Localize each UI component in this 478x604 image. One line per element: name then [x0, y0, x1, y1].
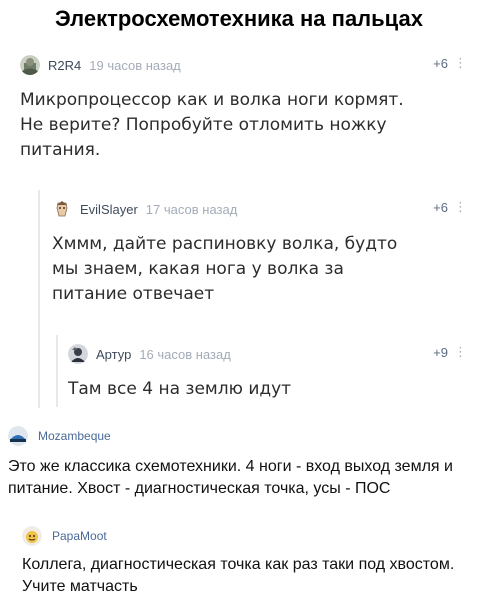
- avatar[interactable]: [20, 55, 40, 75]
- comment-artur: Артур 16 часов назад +9 ⋮ Там все 4 на з…: [68, 343, 470, 402]
- comment-evilslayer: EvilSlayer 17 часов назад +6 ⋮ Хммм, дай…: [52, 198, 470, 307]
- comment-text: Там все 4 на землю идут: [68, 379, 292, 399]
- avatar-image: [52, 199, 72, 219]
- comment-time: 17 часов назад: [145, 201, 238, 217]
- comment-author[interactable]: R2R4: [48, 58, 81, 73]
- comment-text: Микропроцессор как и волка ноги кормят. …: [20, 90, 404, 160]
- comment-meta: EvilSlayer 17 часов назад +6 ⋮: [52, 198, 470, 220]
- reply-author[interactable]: PapaMoot: [52, 529, 107, 543]
- thread-rail[interactable]: [38, 190, 40, 408]
- reply-text: Коллега, диагностическая точка как раз т…: [22, 556, 455, 595]
- more-options-icon[interactable]: ⋮: [454, 344, 467, 362]
- reply-meta: Mozambeque: [8, 426, 470, 446]
- avatar[interactable]: [22, 526, 42, 546]
- thread-rail[interactable]: [56, 335, 58, 407]
- avatar-image: [20, 55, 40, 75]
- comment-text: Хммм, дайте распиновку волка, будто мы з…: [52, 234, 398, 304]
- comment-score: +6: [433, 56, 448, 71]
- reply-meta: PapaMoot: [22, 526, 470, 546]
- reply-papamoot: PapaMoot Коллега, диагностическая точка …: [22, 526, 470, 598]
- comment-time: 16 часов назад: [139, 346, 231, 362]
- more-options-icon[interactable]: ⋮: [454, 199, 467, 217]
- comment-author[interactable]: Артур: [96, 347, 131, 362]
- comment-r2r4: R2R4 19 часов назад +6 ⋮ Микропроцессор …: [20, 54, 470, 163]
- comment-author[interactable]: EvilSlayer: [80, 202, 138, 217]
- avatar-image: [22, 526, 42, 546]
- more-options-icon[interactable]: ⋮: [454, 55, 467, 73]
- avatar[interactable]: [52, 199, 72, 219]
- avatar[interactable]: [68, 344, 88, 364]
- reply-text: Это же классика схемотехники. 4 ноги - в…: [8, 458, 453, 497]
- comment-score: +6: [433, 200, 448, 215]
- comment-meta: R2R4 19 часов назад +6 ⋮: [20, 54, 470, 76]
- avatar-image: [68, 344, 88, 364]
- comment-meta: Артур 16 часов назад +9 ⋮: [68, 343, 470, 365]
- reply-mozambeque: Mozambeque Это же классика схемотехники.…: [8, 426, 470, 500]
- comment-score: +9: [433, 345, 448, 360]
- avatar-image: [8, 426, 28, 446]
- comment-time: 19 часов назад: [89, 57, 181, 73]
- reply-author[interactable]: Mozambeque: [38, 429, 111, 443]
- page-title: Электросхемотехника на пальцах: [55, 6, 423, 31]
- avatar[interactable]: [8, 426, 28, 446]
